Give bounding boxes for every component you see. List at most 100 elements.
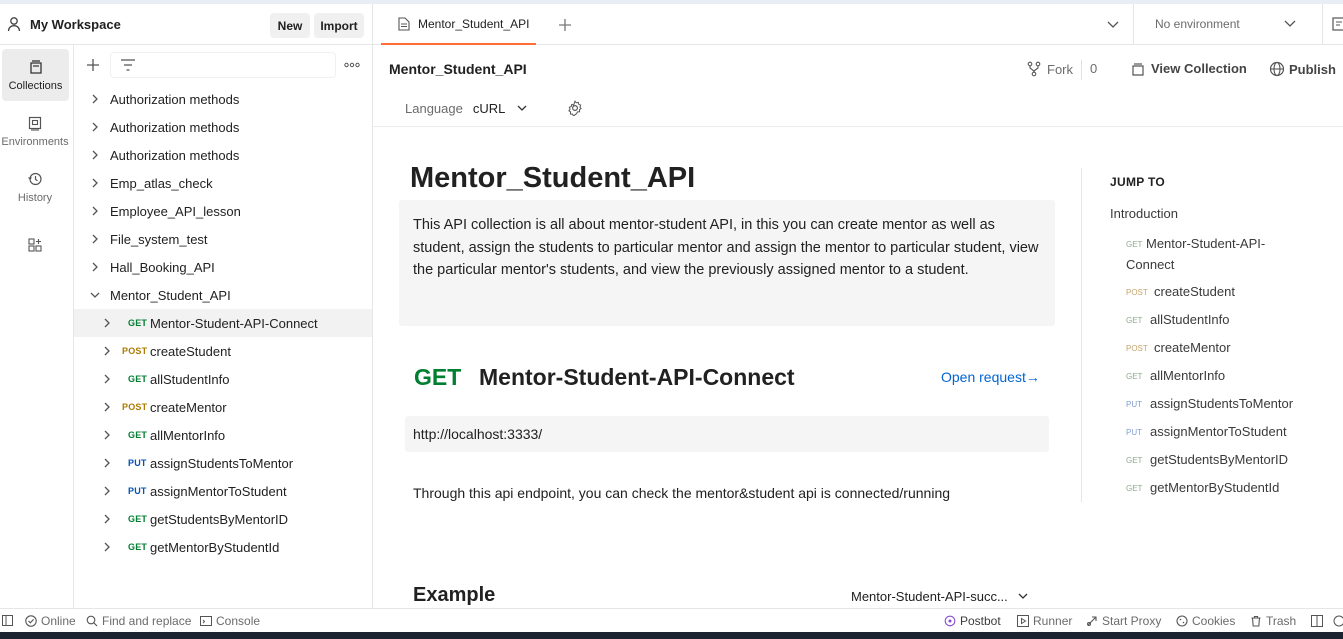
rail-environments[interactable]: Environments (0, 105, 70, 157)
collection-item[interactable]: Hall_Booking_API (74, 253, 372, 281)
request-label: Mentor-Student-API-Connect (150, 315, 318, 331)
jump-label: allStudentInfo (1150, 312, 1230, 327)
two-pane-icon[interactable] (1311, 615, 1323, 627)
open-request-link[interactable]: Open request→ (941, 369, 1040, 385)
request-item[interactable]: PUT assignMentorToStudent (74, 477, 372, 505)
collection-label: File_system_test (110, 231, 208, 247)
trash-label: Trash (1266, 614, 1297, 628)
request-item[interactable]: POST createMentor (74, 393, 372, 421)
collections-sidebar: Authorization methods Authorization meth… (74, 45, 373, 608)
check-circle-icon (25, 615, 37, 627)
help-icon[interactable] (1333, 615, 1343, 627)
user-icon (7, 17, 21, 32)
language-select[interactable]: cURL (473, 101, 506, 116)
runner-label: Runner (1033, 614, 1073, 628)
find-replace-button[interactable]: Find and replace (86, 614, 191, 628)
add-collection-button[interactable] (86, 51, 100, 79)
request-item[interactable]: GET getStudentsByMentorID (74, 505, 372, 533)
publish-button[interactable]: Publish (1269, 61, 1336, 77)
console-button[interactable]: Console (200, 614, 260, 628)
environment-quick-look-icon[interactable] (1332, 17, 1343, 31)
collection-item[interactable]: File_system_test (74, 225, 372, 253)
chevron-right-icon (104, 346, 110, 356)
chevron-right-icon (104, 318, 110, 328)
collection-item[interactable]: Emp_atlas_check (74, 169, 372, 197)
request-item[interactable]: GET Mentor-Student-API-Connect (74, 309, 372, 337)
rail-history[interactable]: History (0, 161, 70, 213)
collection-item[interactable]: Authorization methods (74, 141, 372, 169)
jump-item[interactable]: POST createMentor (1126, 338, 1231, 359)
console-icon (200, 616, 212, 626)
jump-divider (1081, 168, 1082, 502)
start-proxy-button[interactable]: Start Proxy (1086, 614, 1161, 628)
tab-mentor-student-api[interactable]: Mentor_Student_API (381, 4, 536, 45)
jump-label: Mentor-Student-API-Connect (1126, 236, 1266, 272)
configure-workbench-icon (28, 237, 42, 252)
rail-collections-label: Collections (8, 79, 63, 92)
tab-bar: Mentor_Student_API No environment (373, 4, 1343, 45)
rail-collections[interactable]: Collections (2, 49, 69, 101)
chevron-down-icon[interactable] (1107, 21, 1119, 29)
jump-item[interactable]: GET getMentorByStudentId (1126, 478, 1279, 499)
toggle-sidebar-icon[interactable] (2, 615, 13, 626)
jump-introduction[interactable]: Introduction (1110, 206, 1178, 221)
request-item[interactable]: GET allMentorInfo (74, 421, 372, 449)
new-tab-plus-icon[interactable] (558, 18, 572, 32)
collections-icon (29, 59, 42, 74)
postbot-button[interactable]: Postbot (944, 614, 1001, 628)
collection-label: Authorization methods (110, 147, 240, 163)
request-item[interactable]: PUT assignStudentsToMentor (74, 449, 372, 477)
fork-icon (1027, 61, 1041, 77)
jump-item[interactable]: POST createStudent (1126, 282, 1235, 303)
collection-item[interactable]: Authorization methods (74, 85, 372, 113)
fork-label: Fork (1047, 61, 1073, 77)
online-status[interactable]: Online (25, 614, 76, 628)
collection-item[interactable]: Authorization methods (74, 113, 372, 141)
filter-input[interactable] (110, 52, 336, 78)
chevron-right-icon (92, 234, 98, 244)
fork-button[interactable]: Fork (1027, 61, 1073, 77)
chevron-down-icon[interactable] (517, 105, 527, 112)
postbot-icon (944, 615, 956, 627)
view-collection-button[interactable]: View Collection (1131, 61, 1247, 76)
description-text: This API collection is all about mentor-… (413, 217, 1039, 279)
runner-button[interactable]: Runner (1017, 614, 1072, 628)
method-badge: POST (122, 402, 148, 412)
rail-configure[interactable] (0, 221, 70, 273)
method-badge: GET (128, 514, 148, 524)
cookies-button[interactable]: Cookies (1176, 614, 1235, 628)
jump-item[interactable]: PUT assignStudentsToMentor (1126, 394, 1293, 415)
import-button[interactable]: Import (314, 13, 364, 38)
collection-item[interactable]: Employee_API_lesson (74, 197, 372, 225)
request-item[interactable]: GET allStudentInfo (74, 365, 372, 393)
example-selector[interactable]: Mentor-Student-API-succ... (851, 589, 1028, 604)
environment-selector[interactable]: No environment (1133, 4, 1343, 44)
more-options-button[interactable] (344, 51, 360, 79)
jump-item[interactable]: GET getStudentsByMentorID (1126, 450, 1288, 471)
jump-item[interactable]: GET Mentor-Student-API-Connect (1126, 234, 1286, 275)
method-badge: PUT (128, 458, 147, 468)
trash-button[interactable]: Trash (1250, 614, 1296, 628)
request-description: Through this api endpoint, you can check… (413, 485, 951, 501)
cookie-icon (1176, 615, 1188, 627)
taskbar-strip (0, 632, 1343, 639)
plus-icon (87, 59, 99, 71)
jump-method: PUT (1126, 428, 1142, 437)
description-box: This API collection is all about mentor-… (399, 200, 1055, 326)
new-button[interactable]: New (270, 13, 310, 38)
jump-item[interactable]: GET allMentorInfo (1126, 366, 1225, 387)
jump-item[interactable]: PUT assignMentorToStudent (1126, 422, 1287, 443)
workspace-title[interactable]: My Workspace (30, 17, 121, 32)
chevron-right-icon (92, 122, 98, 132)
request-item[interactable]: GET getMentorByStudentId (74, 533, 372, 561)
collection-title: Mentor_Student_API (389, 61, 527, 77)
settings-gear-icon[interactable] (567, 100, 583, 116)
collection-item-expanded[interactable]: Mentor_Student_API (74, 281, 372, 309)
chevron-right-icon (104, 514, 110, 524)
header-divider (373, 126, 1343, 127)
request-item[interactable]: POST createStudent (74, 337, 372, 365)
chevron-right-icon (92, 262, 98, 272)
chevron-right-icon (92, 206, 98, 216)
jump-item[interactable]: GET allStudentInfo (1126, 310, 1230, 331)
example-title: Example (413, 584, 496, 606)
